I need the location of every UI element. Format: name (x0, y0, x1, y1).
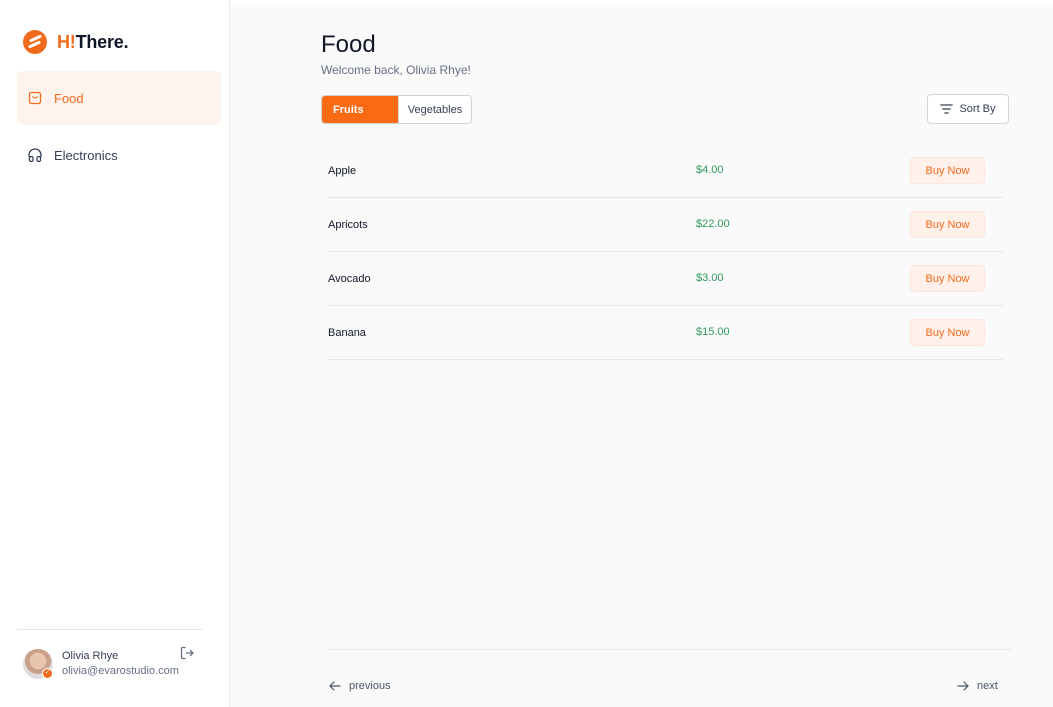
product-price: $22.00 (696, 218, 730, 230)
next-label: next (977, 680, 998, 692)
logout-icon[interactable] (179, 645, 195, 661)
sidebar-item-label: Electronics (54, 147, 118, 163)
user-email: olivia@evarostudio.com (62, 665, 179, 677)
buy-now-button[interactable]: Buy Now (910, 211, 985, 238)
arrow-left-icon (329, 680, 341, 692)
shopping-bag-icon (27, 90, 43, 106)
pagination-divider (327, 649, 1011, 650)
user-name: Olivia Rhye (62, 650, 119, 662)
product-price: $4.00 (696, 164, 724, 176)
product-name: Apple (328, 165, 357, 177)
table-row: Apricots $22.00 Buy Now (327, 198, 1003, 252)
product-price: $15.00 (696, 326, 730, 338)
sort-by-label: Sort By (959, 103, 996, 115)
logo[interactable]: H!There. (23, 30, 129, 54)
buy-now-button[interactable]: Buy Now (910, 157, 985, 184)
logo-mark-icon (23, 30, 47, 54)
tab-vegetables[interactable]: Vegetables (398, 96, 471, 123)
sidebar-item-label: Food (54, 90, 84, 106)
product-name: Avocado (328, 273, 371, 285)
previous-page-button[interactable]: previous (329, 680, 391, 692)
category-tabs: Fruits Vegetables (321, 95, 472, 124)
table-row: Apple $4.00 Buy Now (327, 144, 1003, 198)
product-name: Banana (328, 327, 366, 339)
table-row: Avocado $3.00 Buy Now (327, 252, 1003, 306)
next-page-button[interactable]: next (957, 680, 998, 692)
sidebar-item-food[interactable]: Food (17, 71, 221, 125)
previous-label: previous (349, 680, 391, 692)
tab-fruits[interactable]: Fruits (322, 96, 398, 123)
buy-now-button[interactable]: Buy Now (910, 265, 985, 292)
product-price: $3.00 (696, 272, 724, 284)
main-content: Food Welcome back, Olivia Rhye! Fruits V… (230, 5, 1053, 707)
buy-now-button[interactable]: Buy Now (910, 319, 985, 346)
verified-badge-icon: ✓ (42, 668, 53, 679)
arrow-right-icon (957, 680, 969, 692)
filter-lines-icon (940, 104, 954, 114)
product-list: Apple $4.00 Buy Now Apricots $22.00 Buy … (327, 144, 1003, 360)
page-subtitle: Welcome back, Olivia Rhye! (321, 63, 471, 77)
headphones-icon (27, 147, 43, 163)
sort-by-button[interactable]: Sort By (927, 94, 1009, 124)
page-title: Food (321, 31, 376, 58)
product-name: Apricots (328, 219, 368, 231)
brand-name: H!There. (57, 31, 129, 52)
sidebar: H!There. Food Electronics ✓ Olivia Rhye … (0, 0, 230, 707)
user-profile: ✓ Olivia Rhye olivia@evarostudio.com (17, 629, 203, 689)
sidebar-item-electronics[interactable]: Electronics (17, 128, 221, 182)
table-row: Banana $15.00 Buy Now (327, 306, 1003, 360)
